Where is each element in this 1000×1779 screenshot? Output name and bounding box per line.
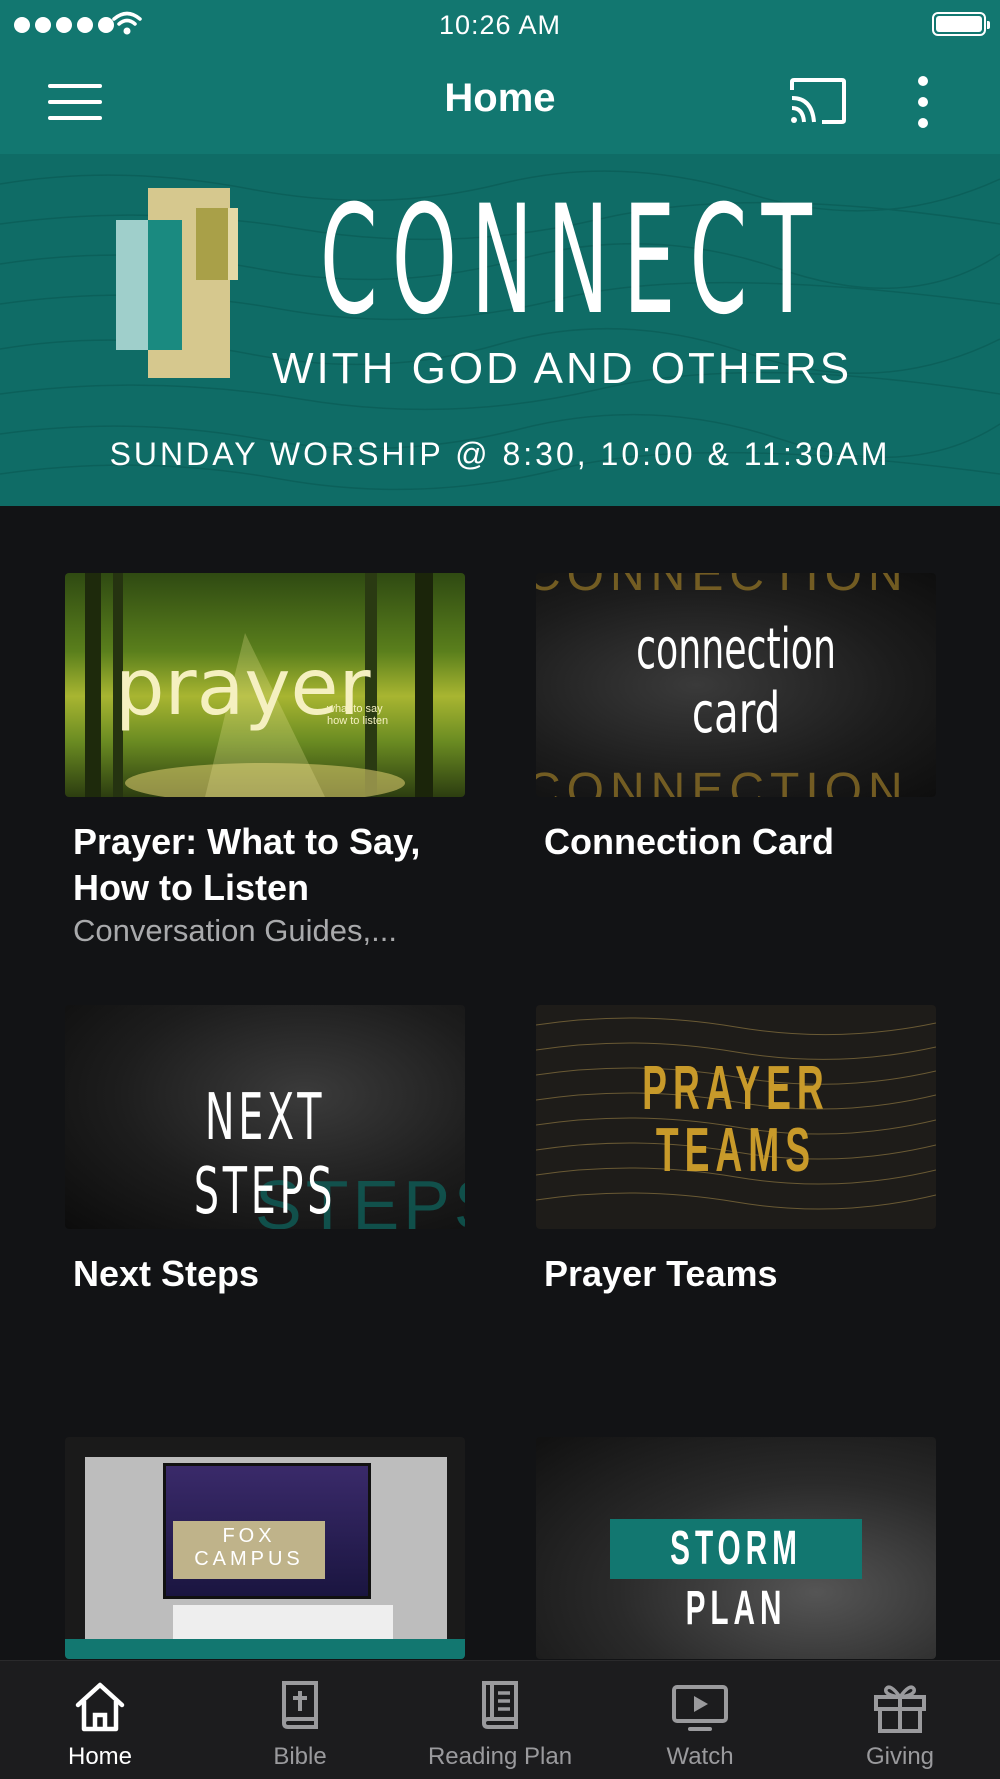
- card-subtitle: Conversation Guides,...: [73, 913, 397, 948]
- status-bar: 10:26 AM: [0, 0, 1000, 50]
- banner-service-times: SUNDAY WORSHIP @ 8:30, 10:00 & 11:30AM: [109, 436, 891, 472]
- card-thumbnail: FOX CAMPUS: [65, 1437, 465, 1659]
- connect-logo-mark: [116, 188, 238, 378]
- tab-watch[interactable]: Watch: [600, 1661, 800, 1779]
- tab-bible[interactable]: Bible: [200, 1661, 400, 1779]
- tab-label: Home: [67, 1743, 133, 1770]
- card-image-text-line2: TEAMS: [655, 1116, 817, 1185]
- card-prayer-teams[interactable]: PRAYER TEAMS Prayer Teams: [536, 1005, 936, 1297]
- bible-icon: [282, 1681, 318, 1729]
- card-image-text-line2: CAMPUS: [194, 1548, 304, 1570]
- card-connection-card[interactable]: CONNECTION CONNECTION connection card Co…: [536, 573, 936, 865]
- card-next-steps[interactable]: STEPS NEXT STEPS Next Steps: [65, 1005, 465, 1297]
- banner-subtitle: WITH GOD AND OTHERS: [272, 344, 853, 393]
- card-thumbnail: STORM PLAN: [536, 1437, 936, 1659]
- card-thumbnail: PRAYER TEAMS: [536, 1005, 936, 1229]
- campus-label-box: FOX CAMPUS: [173, 1521, 325, 1579]
- tab-label: Giving: [865, 1743, 935, 1770]
- reading-plan-icon: [482, 1681, 518, 1729]
- storm-plan-label-box: STORM PLAN: [610, 1519, 862, 1635]
- watch-icon: [672, 1685, 728, 1731]
- tab-label: Bible: [273, 1743, 327, 1770]
- card-title: Connection Card: [544, 821, 835, 862]
- home-icon: [75, 1682, 125, 1732]
- top-app-bar: Home: [0, 50, 1000, 154]
- card-title: Prayer Teams: [544, 1253, 778, 1294]
- banner-title: CONNECT: [320, 174, 827, 348]
- card-image-text-line2: card: [691, 681, 781, 746]
- tab-giving[interactable]: Giving: [800, 1661, 1000, 1779]
- card-thumbnail: prayer what to say how to listen: [65, 573, 465, 797]
- tab-home[interactable]: Home: [0, 1661, 200, 1779]
- battery-icon: [932, 12, 990, 36]
- card-image-text: STORM PLAN: [670, 1522, 802, 1635]
- hero-banner[interactable]: CONNECT WITH GOD AND OTHERS SUNDAY WORSH…: [0, 154, 1000, 506]
- card-storm-plan[interactable]: STORM PLAN: [536, 1437, 936, 1659]
- cast-icon[interactable]: [788, 76, 848, 126]
- page-title: Home: [444, 76, 556, 120]
- tv-stand: [173, 1605, 393, 1639]
- gift-icon: [874, 1685, 926, 1733]
- card-fox-campus[interactable]: FOX CAMPUS: [65, 1437, 465, 1659]
- card-bg-word: CONNECTION: [536, 764, 909, 797]
- card-thumbnail: STEPS NEXT STEPS: [65, 1005, 465, 1229]
- more-options-button[interactable]: [908, 76, 938, 128]
- tab-label: Watch: [666, 1743, 734, 1770]
- card-image-text-line1: FOX: [222, 1525, 276, 1547]
- card-image-subtext: what to say how to listen: [327, 703, 389, 727]
- bottom-tab-bar: Home Bible Reading Plan Watch Giving: [0, 1660, 1000, 1779]
- status-time: 10:26 AM: [438, 10, 562, 40]
- room-floor: [65, 1639, 465, 1659]
- card-title: Prayer: What to Say, How to Listen: [73, 821, 421, 908]
- card-image-text: NEXT STEPS: [193, 1081, 337, 1229]
- card-bg-word: CONNECTION: [536, 573, 909, 601]
- card-prayer[interactable]: prayer what to say how to listen Prayer:…: [65, 573, 465, 951]
- card-image-text-line1: connection: [636, 617, 836, 682]
- tab-label: Reading Plan: [427, 1743, 573, 1770]
- card-title: Next Steps: [73, 1253, 260, 1294]
- card-thumbnail: CONNECTION CONNECTION connection card: [536, 573, 936, 797]
- card-image-text-line1: PRAYER: [642, 1054, 830, 1123]
- tab-reading-plan[interactable]: Reading Plan: [400, 1661, 600, 1779]
